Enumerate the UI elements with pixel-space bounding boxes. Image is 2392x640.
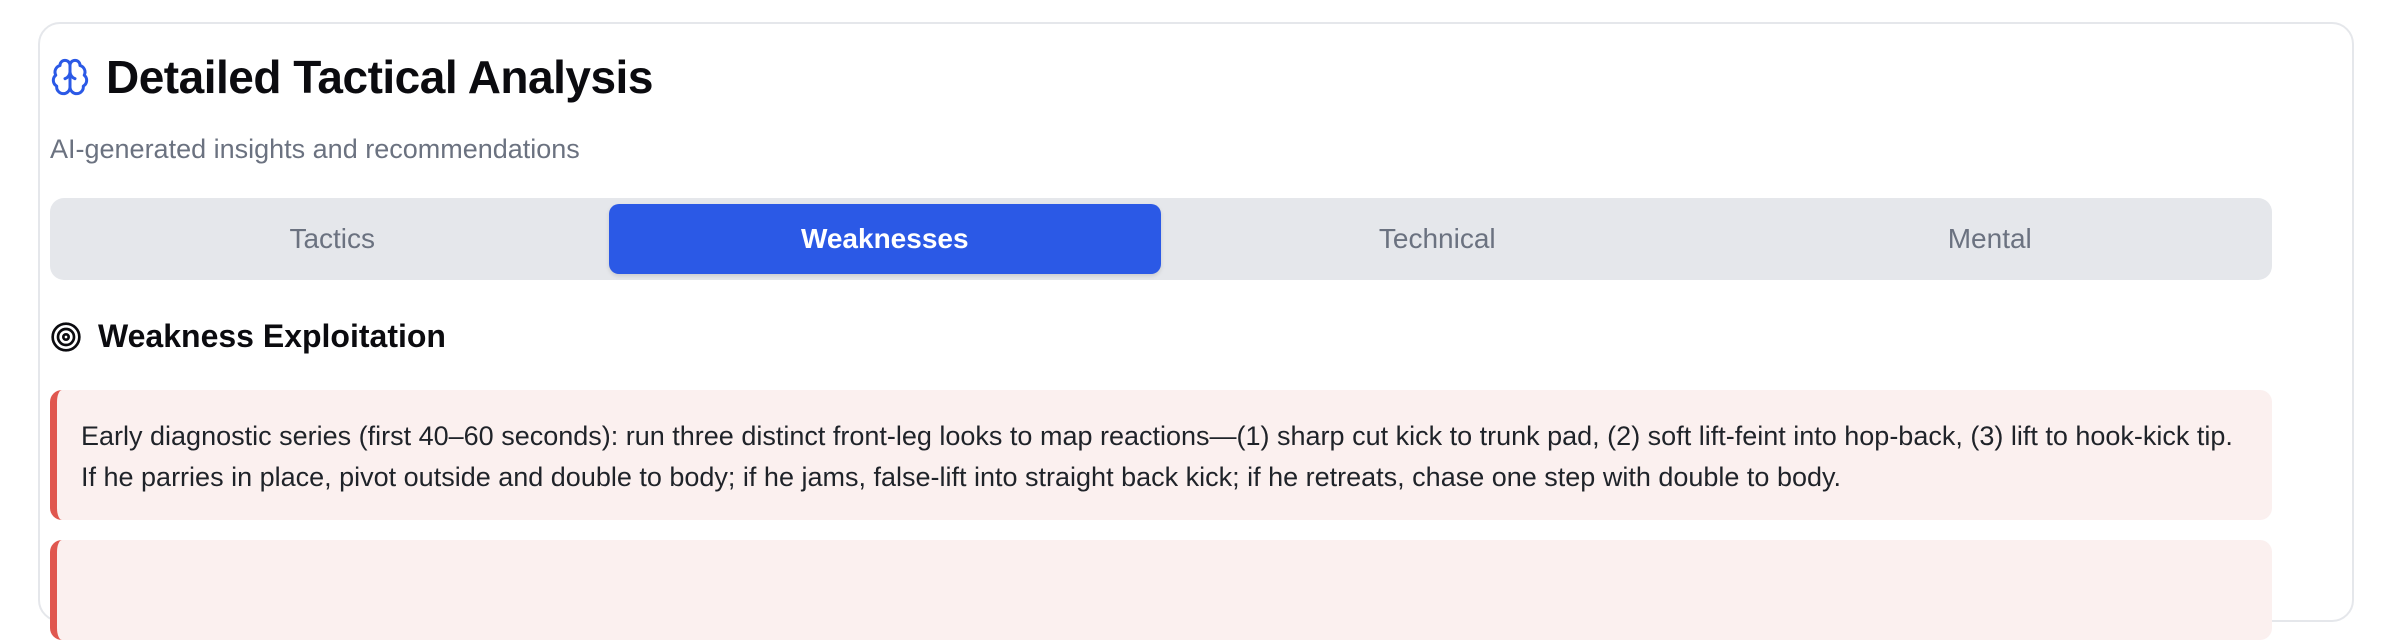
section-heading: Weakness Exploitation xyxy=(50,318,446,355)
weakness-item xyxy=(50,540,2272,640)
section-title: Weakness Exploitation xyxy=(98,318,446,354)
tab-weaknesses[interactable]: Weaknesses xyxy=(608,204,1161,274)
brain-icon xyxy=(50,57,90,97)
weakness-item: Early diagnostic series (first 40–60 sec… xyxy=(50,390,2272,520)
tab-tactics[interactable]: Tactics xyxy=(56,204,609,274)
page-title: Detailed Tactical Analysis xyxy=(106,51,653,103)
target-icon xyxy=(50,321,82,353)
tab-list: Tactics Weaknesses Technical Mental xyxy=(50,198,2272,280)
header: Detailed Tactical Analysis xyxy=(50,50,653,104)
tab-technical[interactable]: Technical xyxy=(1161,204,1714,274)
tab-mental[interactable]: Mental xyxy=(1714,204,2267,274)
page-subtitle: AI-generated insights and recommendation… xyxy=(50,134,580,164)
